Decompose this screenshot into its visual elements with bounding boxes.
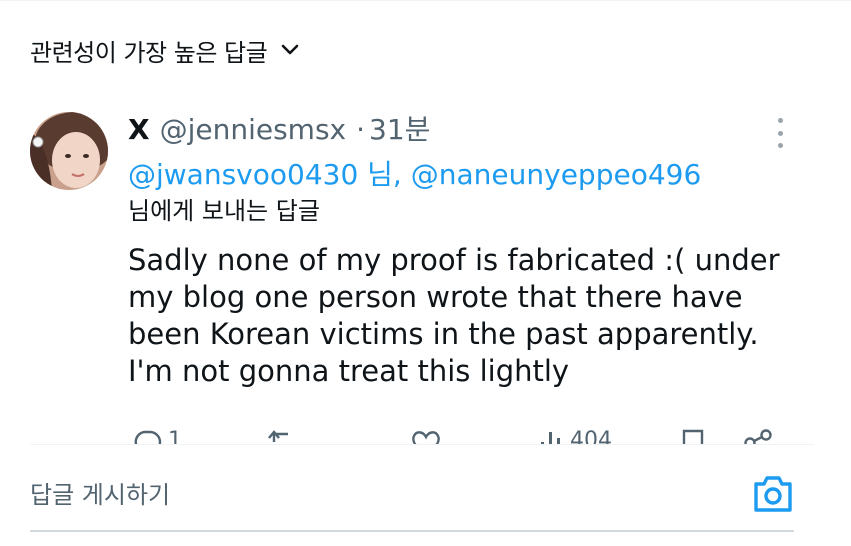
view-count: 404 [570,428,612,444]
tweet-header: X @jenniesmsx · 31분 [128,110,818,150]
views-button[interactable]: 404 [538,428,612,444]
views-icon [541,432,560,444]
reply-button[interactable]: 1 [132,428,182,444]
reply-composer [30,472,794,518]
reply-input[interactable] [30,472,710,518]
avatar[interactable] [30,112,108,190]
tweet: X @jenniesmsx · 31분 @jwansvoo0430 님, @na… [128,110,818,390]
replying-to-suffix: 님에게 보내는 답글 [128,197,320,225]
repost-button[interactable] [268,428,308,444]
repost-icon [268,430,288,442]
timestamp[interactable]: 31분 [369,110,430,150]
sort-label: 관련성이 가장 높은 답글 [30,38,268,67]
reply-count: 1 [168,428,182,444]
chevron-down-icon [281,44,299,55]
user-handle[interactable]: @jenniesmsx [160,110,347,150]
mention-link[interactable]: @jwansvoo0430 [128,158,358,191]
reply-icon [134,430,162,444]
divider [30,444,814,445]
separator-dot: · [356,113,366,146]
tweet-text: Sadly none of my proof is fabricated :( … [128,243,780,388]
like-button[interactable] [410,428,448,444]
composer-underline [30,530,794,532]
share-button[interactable] [742,428,774,444]
share-icon [744,429,772,444]
like-icon [412,431,440,444]
sort-dropdown[interactable]: 관련성이 가장 높은 답글 [30,30,299,70]
mention-link[interactable]: @naneunyeppeo496 [411,158,702,191]
camera-icon [754,476,792,512]
camera-button[interactable] [752,474,794,514]
top-divider [0,0,851,1]
bookmark-button[interactable] [680,428,706,444]
mention-separator: 님, [367,158,402,191]
bookmark-icon [682,429,704,444]
display-name[interactable]: X [128,110,150,150]
replying-to: @jwansvoo0430 님, @naneunyeppeo496 [128,156,818,194]
tweet-actions: 1 404 [128,428,788,444]
